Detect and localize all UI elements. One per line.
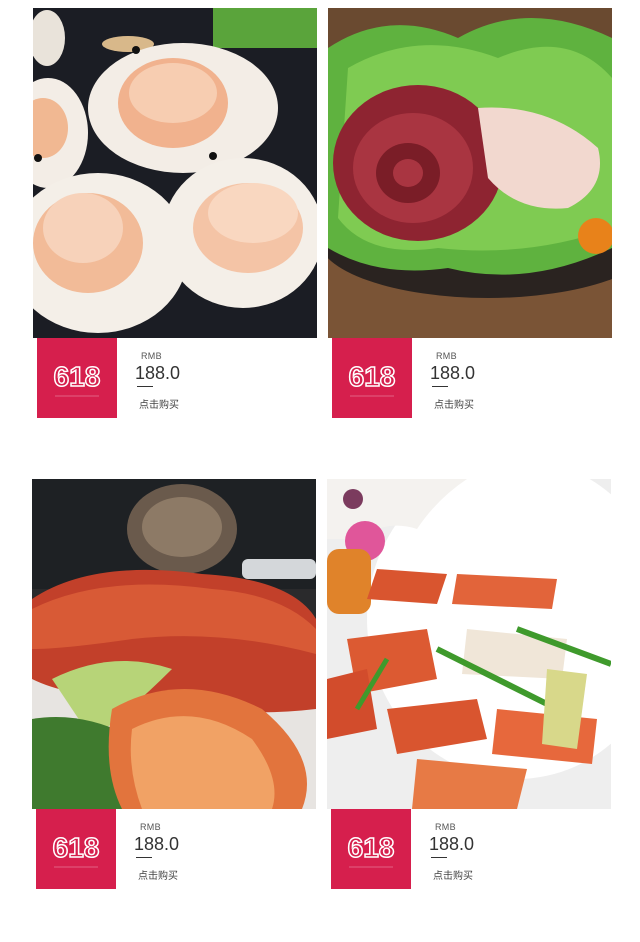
product-card-scallops: 618 RMB 188.0 点击购买: [33, 8, 317, 418]
product-card-octopus: 618 RMB 188.0 点击购买: [328, 8, 612, 418]
svg-text:618: 618: [53, 832, 100, 863]
svg-text:618: 618: [54, 361, 101, 392]
price-unit: RMB: [140, 822, 161, 832]
product-image-scallops[interactable]: [33, 8, 317, 338]
618-badge[interactable]: 618: [37, 338, 117, 418]
price-unit: RMB: [435, 822, 456, 832]
618-logo-icon: 618: [52, 831, 100, 868]
octopus-photo: [328, 8, 612, 338]
buy-link[interactable]: 点击购买: [139, 396, 179, 411]
price-value: 188.0: [429, 834, 475, 854]
scallops-photo: [33, 8, 317, 338]
618-logo-icon: 618: [348, 360, 396, 397]
618-badge[interactable]: 618: [331, 809, 411, 889]
svg-text:618: 618: [349, 361, 396, 392]
product-card-lobster: 618 RMB 188.0 点击购买: [32, 479, 316, 889]
618-logo-icon: 618: [347, 831, 395, 868]
product-image-king-crab[interactable]: [327, 479, 611, 809]
buy-link[interactable]: 点击购买: [433, 867, 473, 882]
buy-link[interactable]: 点击购买: [138, 867, 178, 882]
price-unit: RMB: [141, 351, 162, 361]
svg-text:618: 618: [348, 832, 395, 863]
buy-link[interactable]: 点击购买: [434, 396, 474, 411]
king-crab-photo: [327, 479, 611, 809]
price-value: 188.0: [135, 363, 181, 383]
618-badge[interactable]: 618: [36, 809, 116, 889]
618-badge[interactable]: 618: [332, 338, 412, 418]
price-value: 188.0: [430, 363, 476, 383]
price-underline: [136, 857, 152, 858]
price-underline: [137, 386, 153, 387]
price-value: 188.0: [134, 834, 180, 854]
price-unit: RMB: [436, 351, 457, 361]
product-image-octopus[interactable]: [328, 8, 612, 338]
price-underline: [432, 386, 448, 387]
price-underline: [431, 857, 447, 858]
618-logo-icon: 618: [53, 360, 101, 397]
product-image-lobster[interactable]: [32, 479, 316, 809]
lobster-photo: [32, 479, 316, 809]
product-card-king-crab: 618 RMB 188.0 点击购买: [327, 479, 611, 889]
